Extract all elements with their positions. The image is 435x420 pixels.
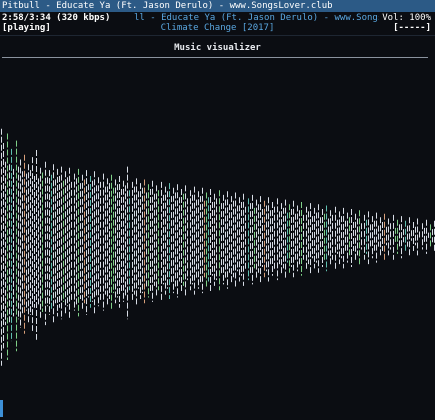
header-separator (0, 35, 435, 36)
status-row-bottom: [playing] Climate Change [2017] [-----] (0, 23, 435, 34)
terminal-cursor (0, 400, 3, 417)
progress-indicator[interactable]: [-----] (393, 23, 431, 34)
visualizer-title-rule (2, 57, 428, 58)
album-info: Climate Change [2017] (160, 23, 275, 33)
window-title-bar: Pitbull - Educate Ya (Ft. Jason Derulo) … (0, 0, 435, 12)
spectrum-visualizer (1, 128, 435, 366)
visualizer-title: Music visualizer (174, 43, 261, 53)
window-title: Pitbull - Educate Ya (Ft. Jason Derulo) … (2, 1, 333, 11)
